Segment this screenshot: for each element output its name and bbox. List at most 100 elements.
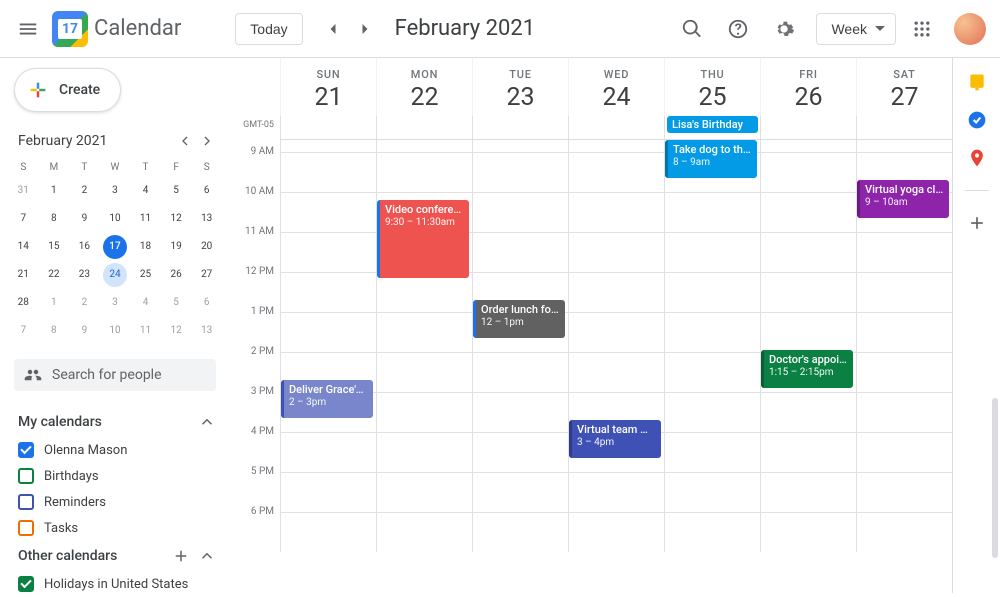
time-slot[interactable] <box>280 140 376 152</box>
mini-day-cell[interactable]: 1 <box>42 179 66 203</box>
allday-cell[interactable] <box>280 116 376 139</box>
today-button[interactable]: Today <box>235 13 302 45</box>
time-slot[interactable] <box>472 140 568 152</box>
mini-day-cell[interactable]: 4 <box>134 179 158 203</box>
mini-day-cell[interactable]: 13 <box>195 207 219 231</box>
mini-day-cell[interactable]: 31 <box>11 179 35 203</box>
calendar-checkbox[interactable] <box>18 442 34 458</box>
mini-day-cell[interactable]: 11 <box>134 319 158 343</box>
mini-day-cell[interactable]: 16 <box>72 235 96 259</box>
time-slot[interactable] <box>856 432 952 472</box>
calendar-list-item[interactable]: Olenna Mason <box>8 437 222 463</box>
mini-day-cell[interactable]: 26 <box>164 263 188 287</box>
time-slot[interactable] <box>664 432 760 472</box>
time-slot[interactable] <box>664 192 760 232</box>
plus-icon[interactable] <box>172 547 190 565</box>
time-slot[interactable] <box>568 312 664 352</box>
mini-day-cell[interactable]: 25 <box>134 263 158 287</box>
time-slot[interactable] <box>376 512 472 552</box>
calendar-checkbox[interactable] <box>18 494 34 510</box>
other-calendars-header[interactable]: Other calendars <box>8 541 222 571</box>
time-slot[interactable] <box>664 512 760 552</box>
time-slot[interactable] <box>664 272 760 312</box>
time-slot[interactable] <box>472 432 568 472</box>
mini-day-cell[interactable]: 12 <box>164 319 188 343</box>
day-column-header[interactable]: TUE23 <box>472 58 568 116</box>
calendar-list-item[interactable]: Birthdays <box>8 463 222 489</box>
time-slot[interactable] <box>856 312 952 352</box>
day-column-header[interactable]: WED24 <box>568 58 664 116</box>
calendar-list-item[interactable]: Tasks <box>8 515 222 541</box>
time-slot[interactable] <box>856 352 952 392</box>
time-slot[interactable] <box>568 352 664 392</box>
prev-week-button[interactable] <box>317 13 349 45</box>
mini-day-cell[interactable]: 5 <box>164 291 188 315</box>
allday-event[interactable]: Lisa's Birthday <box>667 116 758 133</box>
time-slot[interactable] <box>376 352 472 392</box>
time-slot[interactable] <box>856 392 952 432</box>
day-column-header[interactable]: MON22 <box>376 58 472 116</box>
main-menu-button[interactable] <box>8 9 48 49</box>
time-slot[interactable] <box>760 312 856 352</box>
mini-day-cell[interactable]: 7 <box>11 207 35 231</box>
time-slot[interactable] <box>472 392 568 432</box>
calendar-event[interactable]: Deliver Grace's gift2 – 3pm <box>281 380 373 418</box>
allday-cell[interactable] <box>760 116 856 139</box>
time-slot[interactable] <box>280 512 376 552</box>
mini-day-cell[interactable]: 7 <box>11 319 35 343</box>
mini-day-cell[interactable]: 17 <box>103 235 127 259</box>
time-slot[interactable] <box>664 232 760 272</box>
google-apps-button[interactable] <box>902 9 942 49</box>
time-slot[interactable] <box>760 152 856 192</box>
time-slot[interactable] <box>376 272 472 312</box>
time-slot[interactable] <box>472 352 568 392</box>
mini-day-cell[interactable]: 3 <box>103 291 127 315</box>
search-button[interactable] <box>672 9 712 49</box>
calendar-list-item[interactable]: Reminders <box>8 489 222 515</box>
mini-day-cell[interactable]: 2 <box>72 179 96 203</box>
time-slot[interactable] <box>376 432 472 472</box>
time-slot[interactable] <box>472 472 568 512</box>
mini-day-cell[interactable]: 6 <box>195 179 219 203</box>
create-event-button[interactable]: Create <box>14 68 121 112</box>
calendar-event[interactable]: Virtual yoga class9 – 10am <box>857 180 949 218</box>
mini-day-cell[interactable]: 4 <box>134 291 158 315</box>
time-grid[interactable]: 8 AM9 AM10 AM11 AM12 PM1 PM2 PM3 PM4 PM5… <box>232 140 952 593</box>
time-slot[interactable] <box>280 432 376 472</box>
mini-day-cell[interactable]: 11 <box>134 207 158 231</box>
time-slot[interactable] <box>760 472 856 512</box>
vertical-scrollbar[interactable] <box>992 178 998 583</box>
mini-day-cell[interactable]: 24 <box>103 263 127 287</box>
my-calendars-header[interactable]: My calendars <box>8 407 222 437</box>
calendar-list-item[interactable]: Holidays in United States <box>8 571 222 597</box>
calendar-event[interactable]: Take dog to the vet8 – 9am <box>665 140 757 178</box>
time-slot[interactable] <box>568 140 664 152</box>
day-column-header[interactable]: SAT27 <box>856 58 952 116</box>
mini-day-cell[interactable]: 23 <box>72 263 96 287</box>
time-slot[interactable] <box>376 312 472 352</box>
mini-day-cell[interactable]: 3 <box>103 179 127 203</box>
mini-day-cell[interactable]: 21 <box>11 263 35 287</box>
allday-cell[interactable] <box>376 116 472 139</box>
time-slot[interactable] <box>856 272 952 312</box>
next-week-button[interactable] <box>349 13 381 45</box>
time-slot[interactable] <box>376 152 472 192</box>
account-avatar[interactable] <box>954 13 986 45</box>
mini-day-cell[interactable]: 10 <box>103 207 127 231</box>
day-column-header[interactable]: THU25 <box>664 58 760 116</box>
mini-next-month-button[interactable] <box>196 130 218 152</box>
time-slot[interactable] <box>664 352 760 392</box>
time-slot[interactable] <box>280 232 376 272</box>
allday-cell[interactable] <box>568 116 664 139</box>
mini-day-cell[interactable]: 5 <box>164 179 188 203</box>
day-column-header[interactable]: SUN21 <box>280 58 376 116</box>
add-panel-button[interactable] <box>967 213 987 233</box>
calendar-event[interactable]: Doctor's appointment1:15 – 2:15pm <box>761 350 853 388</box>
view-switcher-button[interactable]: Week <box>816 13 896 45</box>
help-button[interactable] <box>718 9 758 49</box>
mini-day-cell[interactable]: 28 <box>11 291 35 315</box>
mini-day-cell[interactable]: 20 <box>195 235 219 259</box>
time-slot[interactable] <box>376 392 472 432</box>
mini-day-cell[interactable]: 22 <box>42 263 66 287</box>
day-column-header[interactable]: FRI26 <box>760 58 856 116</box>
